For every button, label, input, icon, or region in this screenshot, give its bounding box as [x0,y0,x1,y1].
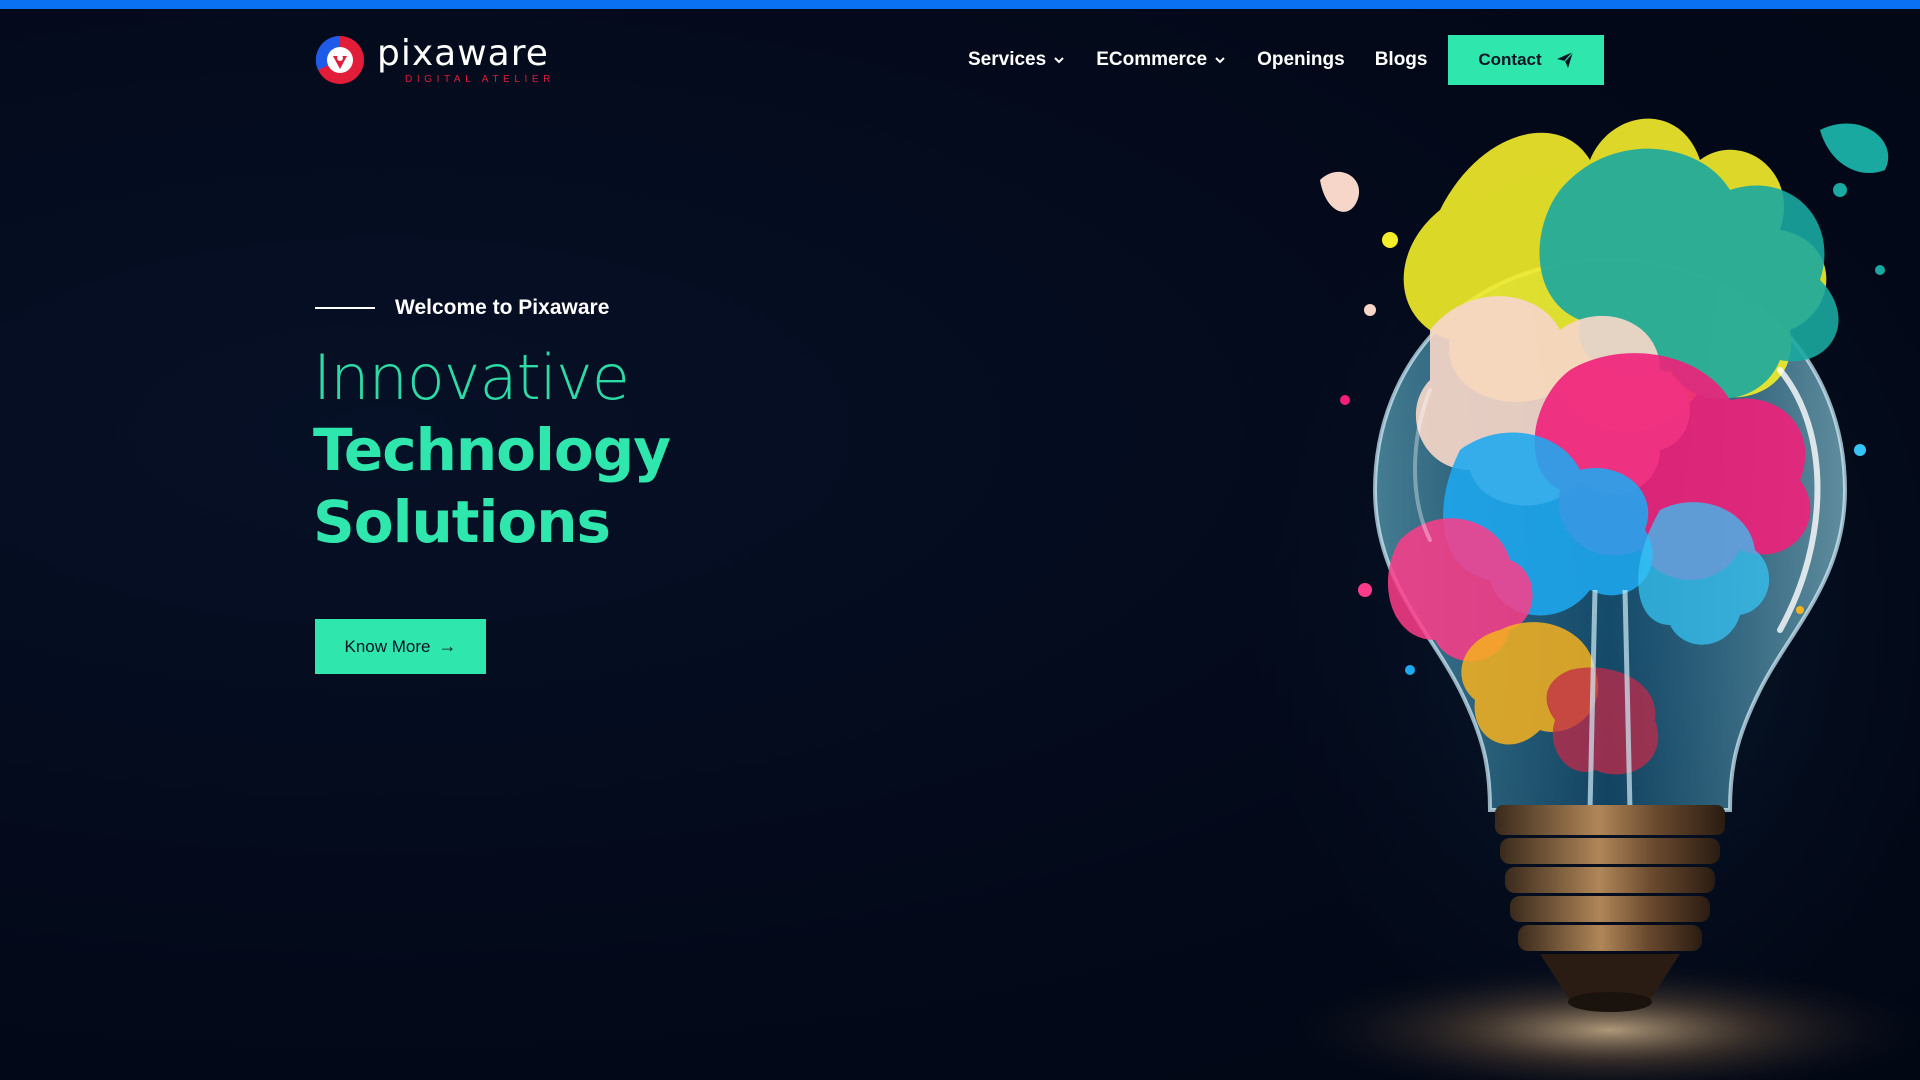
hero-title-line-3: Solutions [313,488,611,556]
eyebrow-divider [315,307,375,309]
nav-item-label: Services [968,49,1047,70]
nav-item-ecommerce[interactable]: ECommerce [1096,49,1227,71]
page: pixaware DIGITAL ATELIER Services EComme… [0,0,1920,1080]
lightbulb-illustration [1250,90,1920,1080]
hero-title-line-1: Innovative [313,341,630,414]
logo[interactable]: pixaware DIGITAL ATELIER [315,29,555,91]
brand-tagline: DIGITAL ATELIER [405,73,555,85]
eyebrow-text: Welcome to Pixaware [395,296,610,319]
nav-item-openings[interactable]: Openings [1257,49,1345,71]
nav-item-blogs[interactable]: Blogs [1375,49,1428,71]
know-more-button[interactable]: Know More → [315,619,486,674]
nav-item-services[interactable]: Services [968,49,1066,71]
nav-item-label: Blogs [1374,49,1428,70]
logo-text: pixaware DIGITAL ATELIER [377,32,555,85]
paper-plane-icon [1556,51,1574,68]
nav-item-label: Openings [1257,49,1345,70]
chevron-down-icon [1054,57,1064,64]
hero-eyebrow: Welcome to Pixaware [315,296,609,320]
hero-title: Innovative Technology Solutions [313,341,671,558]
hero-title-line-2: Technology [313,416,671,484]
contact-button-label: Contact [1478,50,1542,69]
arrow-right-icon: → [438,636,457,656]
nav-item-label: ECommerce [1096,49,1208,70]
brand-name: pixaware [377,32,549,74]
know-more-label: Know More [344,636,431,656]
chevron-down-icon [1215,57,1225,64]
logo-mark-icon [315,35,364,84]
top-accent-bar [0,0,1920,9]
